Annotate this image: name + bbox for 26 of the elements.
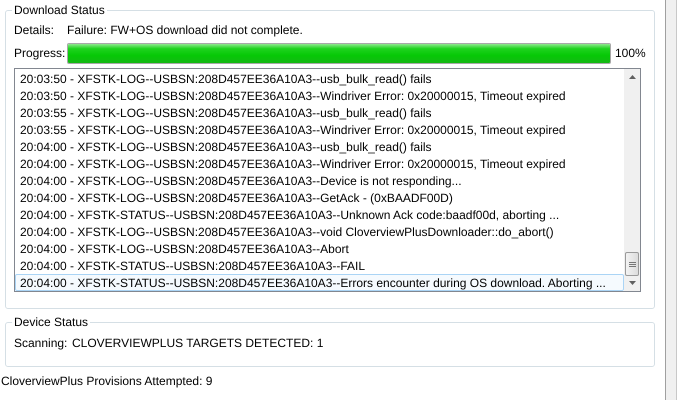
scroll-up-icon[interactable] [628, 74, 636, 80]
details-text: Failure: FW+OS download did not complete. [67, 23, 303, 37]
details-label: Details: [14, 23, 56, 37]
log-entry[interactable]: 20:03:50 - XFSTK-LOG--USBSN:208D457EE36A10A3--Windriver Error: 0x20000015, Timeout expired [15, 87, 624, 104]
scanning-label: Scanning: [14, 336, 68, 350]
log-entry[interactable]: 20:04:00 - XFSTK-STATUS--USBSN:208D457EE36A10A3--Unknown Ack code:baadf00d, aborting ... [15, 206, 624, 223]
scanning-text: CLOVERVIEWPLUS TARGETS DETECTED: 1 [72, 336, 324, 350]
group-title: Device Status [13, 315, 90, 329]
scrollbar[interactable] [624, 69, 640, 291]
log-entry[interactable]: 20:04:00 - XFSTK-LOG--USBSN:208D457EE36A10A3--Windriver Error: 0x20000015, Timeout expired [15, 155, 624, 172]
log-entry[interactable]: 20:04:00 - XFSTK-LOG--USBSN:208D457EE36A10A3--void CloverviewPlusDownloader::do_abort() [15, 223, 624, 240]
scroll-down-icon[interactable] [628, 280, 636, 286]
group-title: Download Status [13, 3, 106, 17]
log-entry[interactable]: 20:03:55 - XFSTK-LOG--USBSN:208D457EE36A10A3--Windriver Error: 0x20000015, Timeout expired [15, 121, 624, 138]
log-entry[interactable]: 20:04:00 - XFSTK-LOG--USBSN:208D457EE36A10A3--Device is not responding... [15, 172, 624, 189]
log-entry[interactable]: 20:04:00 - XFSTK-LOG--USBSN:208D457EE36A10A3--GetAck - (0xBAADF00D) [15, 189, 624, 206]
progress-percent: 100% [615, 46, 646, 60]
log-entry[interactable]: 20:03:50 - XFSTK-LOG--USBSN:208D457EE36A10A3--usb_bulk_read() fails [15, 70, 624, 87]
provisions-count: CloverviewPlus Provisions Attempted: 9 [1, 374, 214, 388]
log-entry[interactable]: 20:04:00 - XFSTK-STATUS--USBSN:208D457EE36A10A3--FAIL [15, 257, 624, 274]
progress-label: Progress: [14, 46, 66, 60]
log-entry[interactable]: 20:03:55 - XFSTK-LOG--USBSN:208D457EE36A10A3--usb_bulk_read() fails [15, 104, 624, 121]
scroll-thumb[interactable] [625, 252, 639, 276]
log-entry[interactable]: 20:04:00 - XFSTK-LOG--USBSN:208D457EE36A10A3--usb_bulk_read() fails [15, 138, 624, 155]
log-entry[interactable]: 20:04:00 - XFSTK-LOG--USBSN:208D457EE36A10A3--Abort [15, 240, 624, 257]
log-entry[interactable]: 20:04:00 - XFSTK-STATUS--USBSN:208D457EE36A10A3--Errors encounter during OS download. Aborting ... [15, 274, 624, 291]
